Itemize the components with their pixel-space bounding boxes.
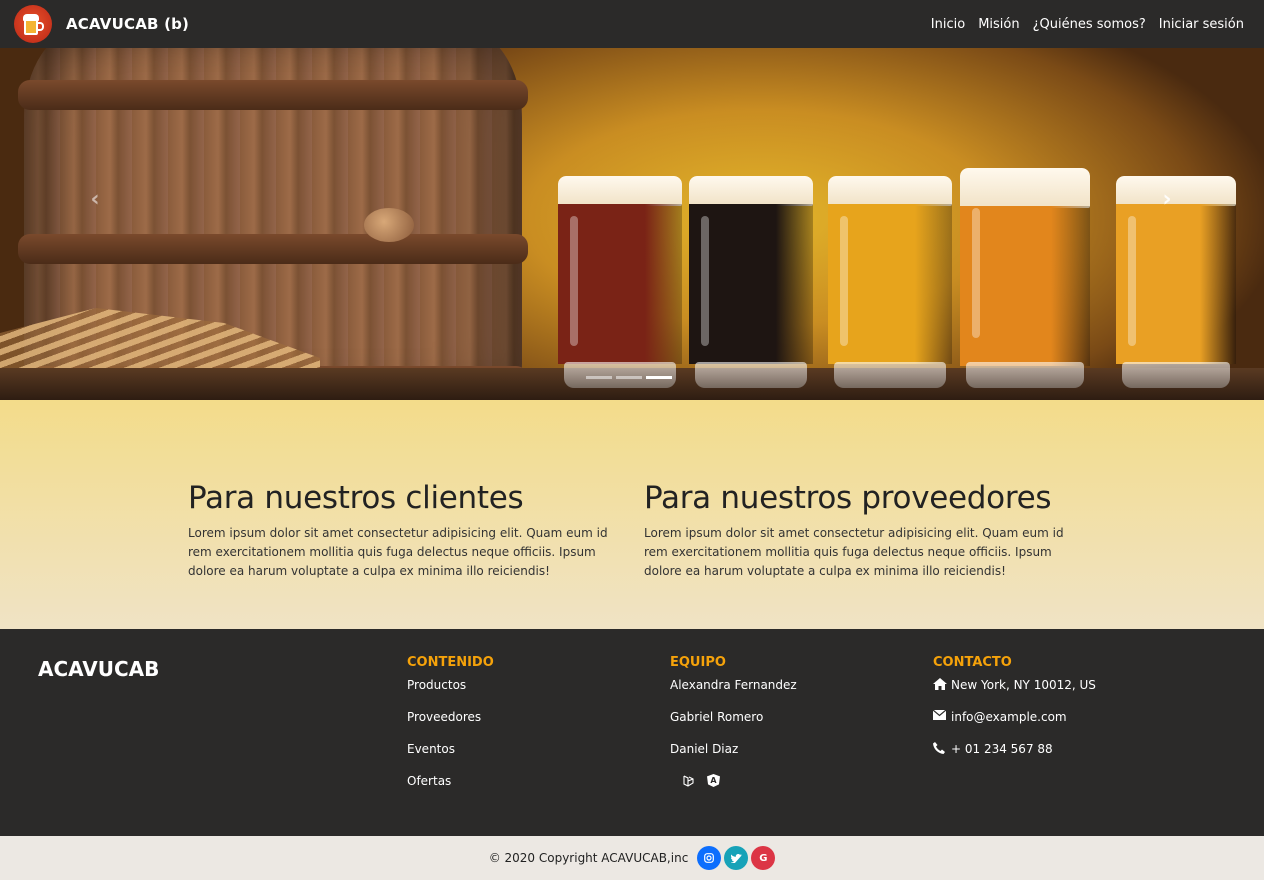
instagram-icon[interactable] — [697, 846, 722, 870]
carousel-indicator-active[interactable] — [646, 376, 672, 379]
phone-icon — [933, 742, 947, 754]
carousel-next-icon[interactable]: › — [1157, 188, 1177, 212]
footer-link-proveedores[interactable]: Proveedores — [407, 710, 494, 742]
feature-title: Para nuestros clientes — [188, 480, 524, 516]
nav-link-inicio[interactable]: Inicio — [931, 17, 965, 32]
carousel-indicator[interactable] — [586, 376, 612, 379]
beer-mug-logo-icon[interactable] — [14, 5, 52, 43]
nav-link-quienes-somos[interactable]: ¿Quiénes somos? — [1033, 17, 1146, 32]
nav-link-mision[interactable]: Misión — [978, 17, 1019, 32]
feature-clientes: Para nuestros clientes Lorem ipsum dolor… — [188, 480, 618, 581]
team-member: Alexandra Fernandez — [670, 678, 797, 692]
footer-brand: ACAVUCAB — [38, 657, 160, 681]
contact-phone: + 01 234 567 88 — [933, 742, 1096, 774]
envelope-icon — [932, 709, 947, 722]
nav-link-iniciar-sesion[interactable]: Iniciar sesión — [1159, 17, 1244, 32]
tech-icons: A — [682, 774, 797, 787]
copyright-text: © 2020 Copyright ACAVUCAB,inc — [488, 851, 689, 865]
contact-email-text[interactable]: info@example.com — [951, 710, 1067, 724]
google-icon[interactable]: G — [751, 846, 776, 870]
feature-proveedores: Para nuestros proveedores Lorem ipsum do… — [644, 480, 1074, 581]
twitter-icon[interactable] — [724, 846, 749, 870]
footer-link-ofertas[interactable]: Ofertas — [407, 774, 494, 806]
laravel-icon — [682, 774, 695, 787]
footer-heading: EQUIPO — [670, 655, 726, 670]
features-section: Para nuestros clientes Lorem ipsum dolor… — [0, 400, 1264, 629]
feature-text: Lorem ipsum dolor sit amet consectetur a… — [644, 526, 1064, 578]
beer-glass — [828, 176, 952, 388]
feature-title: Para nuestros proveedores — [644, 480, 1052, 516]
footer-link-eventos[interactable]: Eventos — [407, 742, 494, 774]
feature-text: Lorem ipsum dolor sit amet consectetur a… — [188, 526, 608, 578]
beer-glass — [558, 176, 682, 388]
contact-phone-text: + 01 234 567 88 — [951, 742, 1053, 756]
carousel-indicator[interactable] — [616, 376, 642, 379]
team-member: Gabriel Romero — [670, 710, 764, 724]
footer-heading: CONTENIDO — [407, 655, 494, 670]
team-member: Daniel Diaz — [670, 742, 739, 756]
footer-equipo: EQUIPO Alexandra Fernandez Gabriel Romer… — [670, 655, 797, 787]
footer-contacto: CONTACTO New York, NY 10012, US info@exa… — [932, 655, 1096, 774]
beer-glass — [960, 168, 1090, 388]
navbar-brand[interactable]: ACAVUCAB (b) — [66, 15, 189, 33]
footer-heading: CONTACTO — [933, 655, 1012, 670]
home-icon — [933, 678, 947, 690]
footer-link-productos[interactable]: Productos — [407, 678, 494, 710]
footer: ACAVUCAB CONTENIDO Productos Proveedores… — [0, 629, 1264, 836]
carousel-prev-icon[interactable]: ‹ — [85, 188, 105, 212]
contact-address: New York, NY 10012, US — [933, 678, 1096, 710]
hero-carousel: ‹ › — [0, 48, 1264, 400]
nav-links: Inicio Misión ¿Quiénes somos? Iniciar se… — [931, 17, 1244, 32]
footer-contenido: CONTENIDO Productos Proveedores Eventos … — [407, 655, 494, 806]
contact-address-text: New York, NY 10012, US — [951, 678, 1096, 692]
navbar: ACAVUCAB (b) Inicio Misión ¿Quiénes somo… — [0, 0, 1264, 48]
carousel-indicators — [586, 376, 672, 379]
bottom-bar: © 2020 Copyright ACAVUCAB,inc G — [0, 836, 1264, 880]
angular-icon: A — [707, 774, 720, 787]
contact-email: info@example.com — [932, 709, 1096, 742]
beer-glass — [689, 176, 813, 388]
